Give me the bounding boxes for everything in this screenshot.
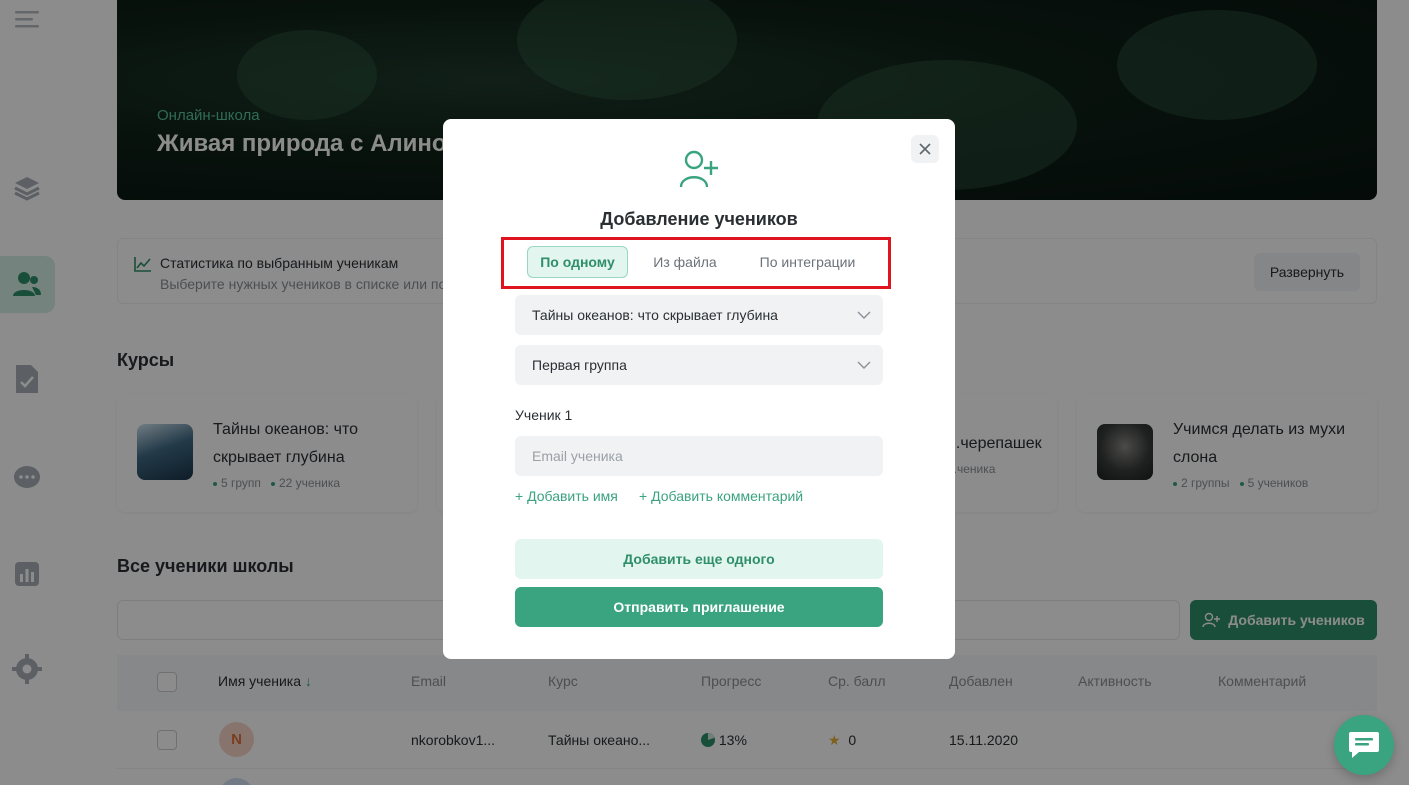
group-select-value: Первая группа xyxy=(532,357,627,373)
send-invitation-button[interactable]: Отправить приглашение xyxy=(515,587,883,627)
chevron-down-icon xyxy=(857,311,871,319)
add-user-icon xyxy=(679,149,719,194)
add-students-modal: Добавление учеников По одному Из файла П… xyxy=(443,119,955,659)
modal-title: Добавление учеников xyxy=(600,209,798,229)
highlight-box xyxy=(501,237,891,289)
course-select[interactable]: Тайны океанов: что скрывает глубина xyxy=(515,295,883,335)
support-chat-button[interactable] xyxy=(1334,715,1394,775)
group-select[interactable]: Первая группа xyxy=(515,345,883,385)
chevron-down-icon xyxy=(857,361,871,369)
student-email-input[interactable] xyxy=(515,436,883,476)
chat-bubble-icon xyxy=(1349,732,1379,758)
close-button[interactable] xyxy=(911,135,939,163)
course-select-value: Тайны океанов: что скрывает глубина xyxy=(532,307,778,323)
add-name-link[interactable]: + Добавить имя xyxy=(515,488,618,504)
add-comment-link[interactable]: + Добавить комментарий xyxy=(639,488,803,504)
student-label: Ученик 1 xyxy=(515,407,573,423)
close-icon xyxy=(919,143,931,155)
add-another-button[interactable]: Добавить еще одного xyxy=(515,539,883,579)
